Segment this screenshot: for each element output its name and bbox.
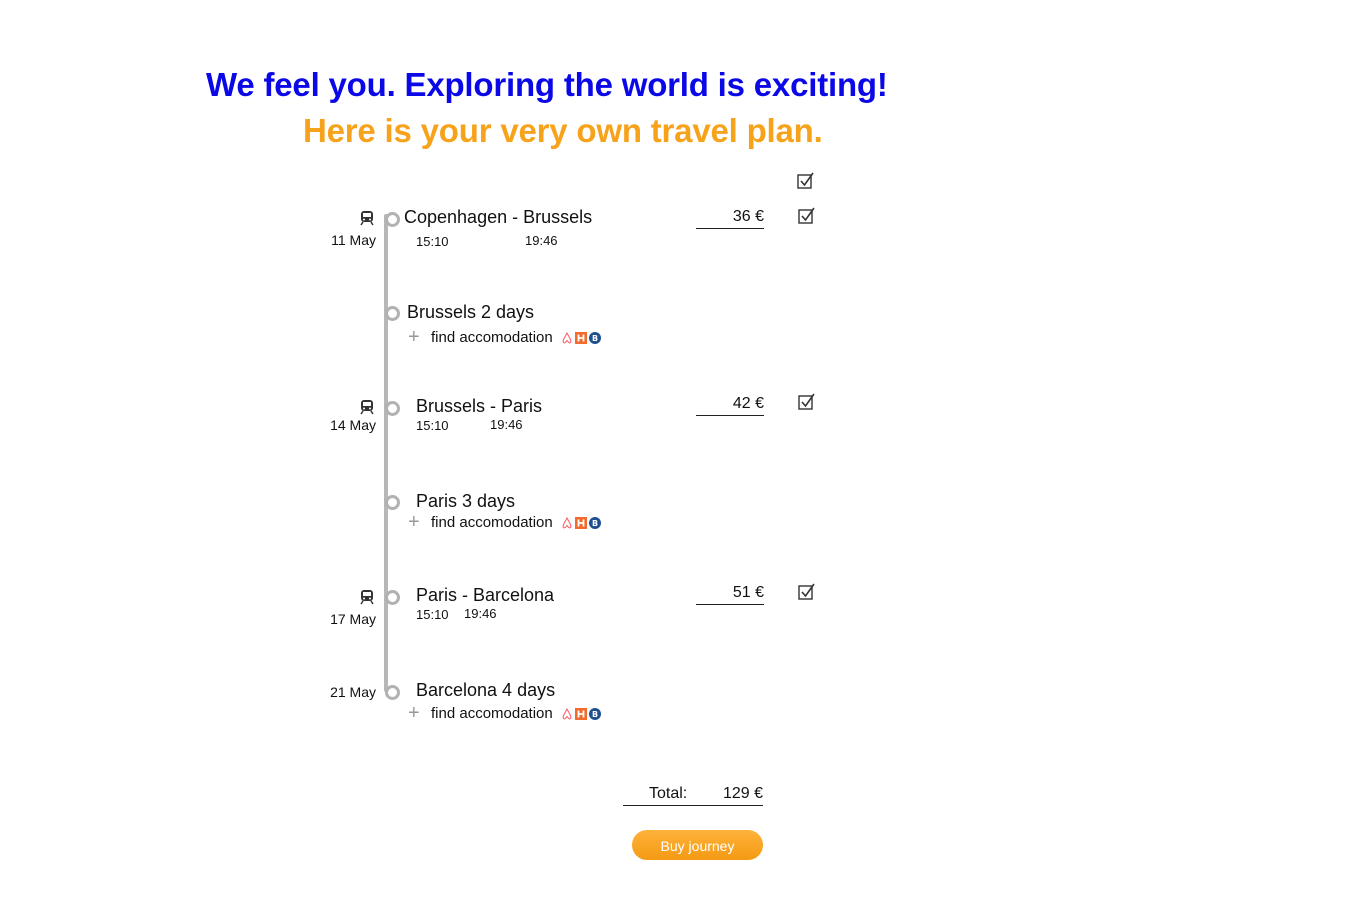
train-icon [360,590,374,605]
find-accommodation-link[interactable]: find accomodation [431,514,553,531]
find-accommodation-link[interactable]: find accomodation [431,329,553,346]
booking-icon[interactable]: B [589,708,601,720]
total-row: Total: 129 € [623,785,763,806]
leg-price: 42 € [696,395,764,416]
find-accommodation-link[interactable]: find accomodation [431,705,553,722]
leg-date: 17 May [330,611,376,627]
timeline-node [385,401,400,416]
leg-date: 14 May [330,417,376,433]
leg-checkbox[interactable] [798,583,816,601]
timeline-node [385,212,400,227]
headline: We feel you. Exploring the world is exci… [206,66,888,103]
hostel-icon[interactable] [575,332,587,344]
leg-price: 36 € [696,208,764,229]
timeline-node [385,590,400,605]
train-icon [360,400,374,415]
leg-date: 11 May [331,232,376,248]
buy-journey-button[interactable]: Buy journey [632,830,763,860]
stay-title: Paris 3 days [416,491,516,511]
hostel-icon[interactable] [575,708,587,720]
arrive-time: 19:46 [490,417,523,432]
airbnb-icon[interactable] [561,332,573,344]
stay-title: Barcelona 4 days [416,680,556,700]
plus-icon[interactable]: + [408,327,420,347]
timeline-line [384,214,388,692]
svg-text:B: B [592,334,598,343]
airbnb-icon[interactable] [561,708,573,720]
hostel-icon[interactable] [575,517,587,529]
airbnb-icon[interactable] [561,517,573,529]
plus-icon[interactable]: + [408,512,420,532]
timeline-node [385,495,400,510]
booking-icon[interactable]: B [589,517,601,529]
svg-text:B: B [592,519,598,528]
leg-checkbox[interactable] [798,393,816,411]
leg-title: Copenhagen - Brussels [404,207,593,227]
timeline-node [385,306,400,321]
stay-title: Brussels 2 days [407,302,535,322]
leg-price: 51 € [696,584,764,605]
arrive-time: 19:46 [464,606,497,621]
booking-icon[interactable]: B [589,332,601,344]
total-label: Total: [649,785,688,802]
depart-time: 15:10 [416,234,449,249]
total-value: 129 € [722,785,763,802]
stay-date: 21 May [330,684,376,700]
plus-icon[interactable]: + [408,703,420,723]
subheadline: Here is your very own travel plan. [303,112,823,149]
depart-time: 15:10 [416,607,449,622]
select-all-checkbox[interactable] [797,172,815,190]
svg-text:B: B [592,710,598,719]
leg-title: Brussels - Paris [416,396,543,416]
leg-title: Paris - Barcelona [416,585,555,605]
leg-checkbox[interactable] [798,207,816,225]
arrive-time: 19:46 [525,233,558,248]
train-icon [360,211,374,226]
timeline-node [385,685,400,700]
depart-time: 15:10 [416,418,449,433]
